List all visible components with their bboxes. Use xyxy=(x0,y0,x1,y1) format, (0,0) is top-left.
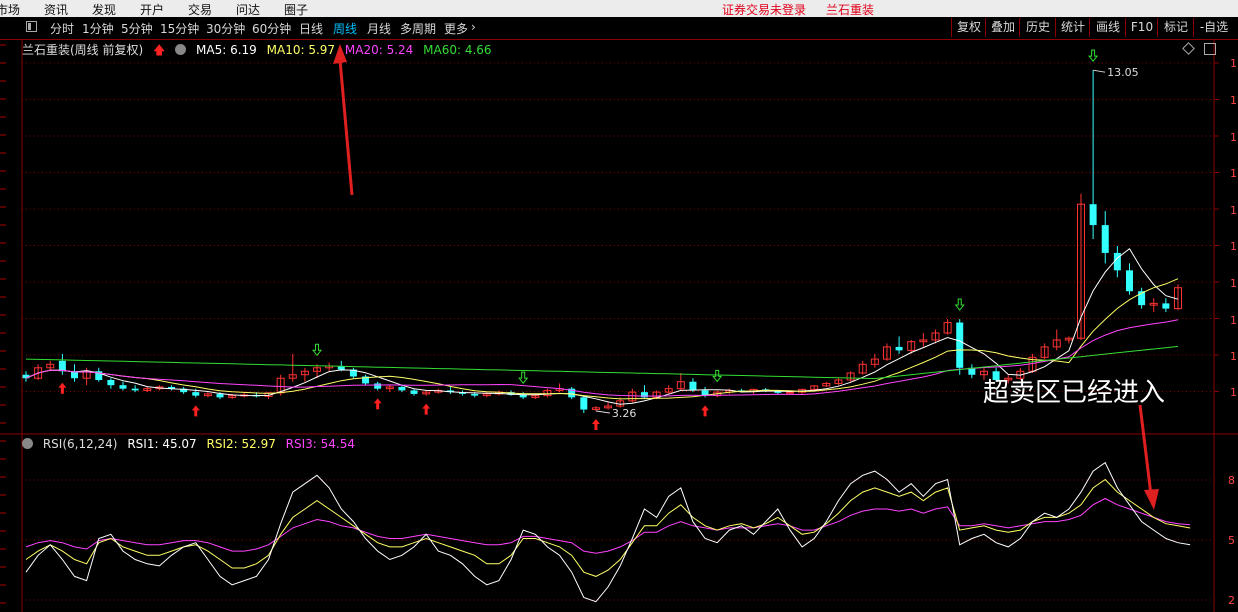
low-value-label: 3.26 xyxy=(612,407,637,420)
price-axis-label: 1 xyxy=(1230,94,1237,107)
buy-arrow-icon xyxy=(191,405,200,417)
candle-body-down xyxy=(1162,303,1170,309)
rsi-title: RSI(6,12,24) xyxy=(42,437,118,451)
settings-circle-icon[interactable] xyxy=(175,44,187,55)
rsi-axis-label: 2 xyxy=(1228,594,1235,607)
chart-title: 兰石重装(周线 前复权) xyxy=(22,43,144,57)
rsi3-label: RSI3: 54.54 xyxy=(285,437,356,451)
sell-arrow-icon xyxy=(1088,49,1099,62)
price-axis-label: 1 xyxy=(1230,167,1237,180)
rsi-panel-infobar: RSI(6,12,24) RSI1: 45.07 RSI2: 52.97 RSI… xyxy=(22,437,361,451)
sell-arrow-icon xyxy=(311,343,323,357)
rsi-axis-label: 5 xyxy=(1228,534,1235,547)
candle-body-down xyxy=(956,322,964,368)
rsi1-label: RSI1: 45.07 xyxy=(127,437,197,451)
candle-body-down xyxy=(374,383,382,389)
candle-body-down xyxy=(131,388,139,391)
candle-body-down xyxy=(895,346,903,351)
main-panel-infobar: 兰石重装(周线 前复权) 🡅 MA5: 6.19 MA10: 5.97 MA20… xyxy=(22,41,498,62)
sell-arrow-icon xyxy=(954,298,965,311)
price-axis-label: 1 xyxy=(1230,386,1237,399)
rsi1-line xyxy=(25,461,1191,603)
price-axis-label: 1 xyxy=(1230,240,1237,253)
kline-chart[interactable]: 13.053.261111111111852 xyxy=(0,0,1238,612)
high-marker-line xyxy=(1093,69,1106,73)
annotation-arrowhead-bottom xyxy=(1144,489,1159,510)
rsi2-line xyxy=(25,478,1191,577)
buy-arrow-icon xyxy=(591,418,600,430)
ma60-label: MA60: 4.66 xyxy=(423,43,492,57)
buy-arrow-icon xyxy=(701,405,710,417)
candle-body-up xyxy=(785,391,794,394)
candle-body-down xyxy=(192,392,200,396)
annotation-arrow-line-bottom xyxy=(1138,404,1153,496)
candle-body-down xyxy=(471,393,479,396)
rsi-settings-icon[interactable] xyxy=(22,438,33,449)
high-value-label: 13.05 xyxy=(1107,66,1139,79)
candle-body-down xyxy=(119,385,127,389)
ma20-label: MA20: 5.24 xyxy=(344,43,414,57)
candle-body-down xyxy=(1125,270,1133,292)
price-axis-label: 1 xyxy=(1230,314,1237,327)
candle-body-down xyxy=(519,394,527,398)
candle-body-down xyxy=(580,397,588,410)
buy-arrow-icon xyxy=(422,403,431,415)
candle-body-down xyxy=(216,393,224,398)
price-axis-label: 1 xyxy=(1230,131,1237,144)
rsi3-line xyxy=(25,497,1191,554)
maximize-icon[interactable] xyxy=(1204,43,1216,55)
buy-arrow-icon xyxy=(373,398,382,410)
up-arrow-icon: 🡅 xyxy=(153,43,166,57)
sell-arrow-icon xyxy=(712,369,723,383)
price-axis-label: 1 xyxy=(1230,277,1237,290)
price-axis-label: 1 xyxy=(1230,350,1237,363)
candle-body-down xyxy=(689,381,697,391)
buy-arrow-icon xyxy=(58,382,67,394)
ma5-label: MA5: 6.19 xyxy=(196,43,257,57)
price-axis-label: 1 xyxy=(1230,57,1237,70)
annotation-text: 超卖区已经进入 xyxy=(983,378,1166,408)
annotation-arrow-line-top xyxy=(338,59,354,196)
ma10-label: MA10: 5.97 xyxy=(266,43,336,57)
candle-body-down xyxy=(107,379,115,386)
rsi2-label: RSI2: 52.97 xyxy=(206,437,276,451)
low-marker-line xyxy=(595,410,611,414)
candle-body-down xyxy=(398,386,406,391)
price-axis-label: 1 xyxy=(1230,204,1237,217)
sell-arrow-icon xyxy=(518,371,529,384)
candle-body-down xyxy=(1089,204,1097,226)
candle-body-down xyxy=(1101,225,1109,253)
candle-body-down xyxy=(410,390,418,394)
rsi-axis-label: 8 xyxy=(1228,474,1235,487)
candle-body-down xyxy=(58,360,66,372)
